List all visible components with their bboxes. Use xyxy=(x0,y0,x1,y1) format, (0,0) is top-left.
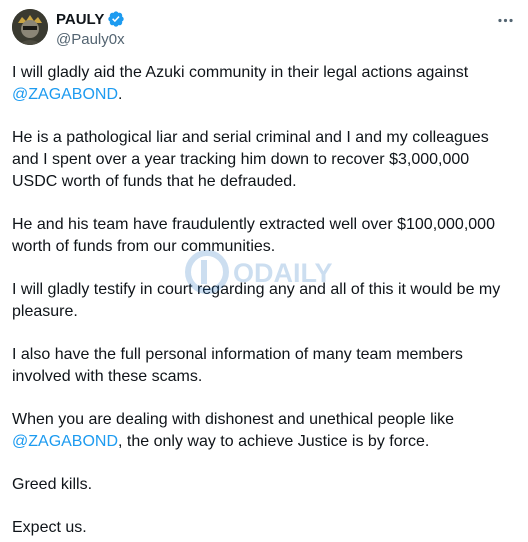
author-info: PAULY @Pauly0x xyxy=(56,9,125,50)
avatar[interactable] xyxy=(12,9,48,45)
tweet-header: PAULY @Pauly0x xyxy=(12,9,516,49)
tweet-paragraph-2: He is a pathological liar and serial cri… xyxy=(12,129,489,190)
mention-link[interactable]: @ZAGABOND xyxy=(12,433,118,450)
display-name[interactable]: PAULY xyxy=(56,11,104,28)
more-options-icon xyxy=(497,18,513,22)
tweet-paragraph-4: I will gladly testify in court regarding… xyxy=(12,281,501,320)
mention-link[interactable]: @ZAGABOND xyxy=(12,86,118,103)
verified-badge-icon xyxy=(108,11,125,27)
tweet-paragraph-1: I will gladly aid the Azuki community in… xyxy=(12,62,517,106)
tweet-paragraph-5: I also have the full personal informatio… xyxy=(12,346,463,385)
tweet-body: I will gladly aid the Azuki community in… xyxy=(12,62,517,539)
more-options-button[interactable] xyxy=(494,9,516,31)
tweet-paragraph-8: Expect us. xyxy=(12,519,87,536)
tweet-paragraph-7: Greed kills. xyxy=(12,476,93,493)
paragraph-text: , the only way to achieve Justice is by … xyxy=(118,433,430,450)
handle[interactable]: @Pauly0x xyxy=(56,30,125,50)
tweet-paragraph-3: He and his team have fraudulently extrac… xyxy=(12,216,495,255)
name-row: PAULY xyxy=(56,9,125,29)
paragraph-text: I will gladly aid the Azuki community in… xyxy=(12,64,469,81)
tweet-card: PAULY @Pauly0x I will gladly aid the Azu… xyxy=(0,0,528,542)
paragraph-text: When you are dealing with dishonest and … xyxy=(12,411,455,428)
tweet-paragraph-6: When you are dealing with dishonest and … xyxy=(12,409,517,453)
paragraph-text: . xyxy=(118,86,123,103)
